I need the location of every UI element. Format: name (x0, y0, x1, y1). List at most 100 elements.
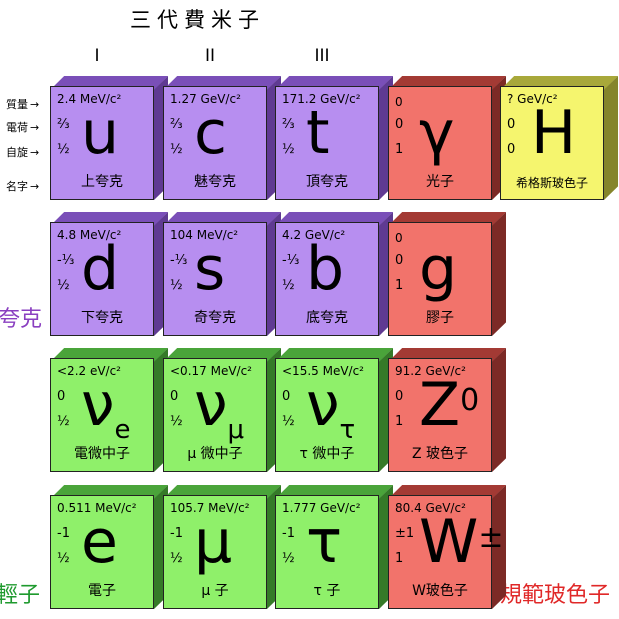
mass-label: 0 (395, 231, 403, 245)
spin-label: ½ (170, 278, 183, 293)
particle-card-tau-neutrino: <15.5 MeV/c² 0 ½ ντ τ 微中子 (275, 348, 393, 472)
particle-card-bottom: 4.2 GeV/c² -⅓ ½ b 底夸克 (275, 212, 393, 336)
particle-card-tau: 1.777 GeV/c² -1 ½ τ τ 子 (275, 485, 393, 609)
spin-label: ½ (282, 551, 295, 566)
spin-label: 1 (395, 414, 404, 429)
spin-label: 1 (395, 142, 404, 157)
particle-card-z-boson: 91.2 GeV/c² 0 1 Z0 Z 玻色子 (388, 348, 506, 472)
particle-symbol: t (306, 98, 330, 168)
arrow-icon: → (30, 121, 40, 134)
particle-card-higgs: ? GeV/c² 0 0 H 希格斯玻色子 (500, 76, 618, 200)
spin-label: ½ (282, 142, 295, 157)
charge-label: -⅓ (282, 253, 300, 268)
spin-label: 1 (395, 551, 404, 566)
generation-1-label: I (94, 46, 100, 66)
particle-symbol: Z0 (419, 370, 480, 440)
particle-name: 底夸克 (306, 310, 348, 326)
particle-card-charm: 1.27 GeV/c² ⅔ ½ c 魅夸克 (163, 76, 281, 200)
particle-symbol: g (419, 234, 458, 304)
charge-label: 0 (395, 253, 404, 268)
spin-label: ½ (170, 414, 183, 429)
particle-card-photon: 0 0 1 γ 光子 (388, 76, 506, 200)
particle-name: μ 微中子 (187, 446, 243, 462)
charge-label: -1 (170, 526, 183, 541)
particle-card-w-boson: 80.4 GeV/c² ±1 1 W± W玻色子 (388, 485, 506, 609)
spin-label: ½ (57, 142, 70, 157)
particle-card-strange: 104 MeV/c² -⅓ ½ s 奇夸克 (163, 212, 281, 336)
charge-label: 0 (395, 389, 404, 404)
particle-name: 魅夸克 (194, 174, 236, 190)
particle-name: τ 子 (313, 583, 341, 599)
charge-label: 0 (507, 117, 516, 132)
charge-label: -1 (282, 526, 295, 541)
particle-card-electron: 0.511 MeV/c² -1 ½ e 電子 (50, 485, 168, 609)
particle-card-muon: 105.7 MeV/c² -1 ½ μ μ 子 (163, 485, 281, 609)
particle-card-down: 4.8 MeV/c² -⅓ ½ d 下夸克 (50, 212, 168, 336)
spin-label: ½ (57, 414, 70, 429)
legend-spin-label: 自旋 (6, 146, 28, 159)
group-label-leptons: 輕子 (0, 583, 41, 608)
particle-card-electron-neutrino: <2.2 eV/c² 0 ½ νe 電微中子 (50, 348, 168, 472)
spin-label: 0 (507, 142, 516, 157)
particle-symbol: W± (419, 507, 504, 577)
arrow-icon: → (30, 146, 40, 159)
arrow-icon: → (30, 98, 40, 111)
particle-name: 膠子 (426, 310, 454, 326)
particle-symbol: e (81, 507, 118, 577)
charge-label: ±1 (395, 526, 415, 541)
charge-label: ⅔ (57, 117, 70, 132)
spin-label: ½ (170, 551, 183, 566)
legend-name-label: 名字 (6, 180, 28, 193)
particle-name: Z 玻色子 (411, 446, 469, 462)
particle-name: 頂夸克 (306, 174, 348, 190)
spin-label: ½ (57, 278, 70, 293)
spin-label: ½ (57, 551, 70, 566)
group-label-bosons: 規範玻色子 (500, 583, 611, 608)
generation-2-label: II (204, 46, 216, 66)
spin-label: ½ (282, 278, 295, 293)
spin-label: 1 (395, 278, 404, 293)
particle-symbol: c (194, 98, 227, 168)
legend-name: 名字 → (6, 178, 39, 194)
spin-label: ½ (282, 414, 295, 429)
particle-name: 上夸克 (81, 174, 123, 190)
particle-symbol: H (531, 98, 577, 168)
group-label-quarks: 夸克 (0, 307, 43, 332)
particle-name: 光子 (426, 174, 454, 190)
legend-charge-label: 電荷 (6, 121, 28, 134)
particle-card-top: 171.2 GeV/c² ⅔ ½ t 頂夸克 (275, 76, 393, 200)
particle-symbol: μ (194, 507, 233, 577)
charge-label: -1 (57, 526, 70, 541)
legend-mass: 質量 → (6, 96, 39, 112)
particle-symbol: γ (419, 98, 455, 168)
legend-mass-label: 質量 (6, 98, 28, 111)
charge-label: 0 (282, 389, 291, 404)
spin-label: ½ (170, 142, 183, 157)
particle-card-up: 2.4 MeV/c² ⅔ ½ u 上夸克 (50, 76, 168, 200)
particle-name: 奇夸克 (194, 310, 236, 326)
charge-label: ⅔ (170, 117, 183, 132)
charge-label: ⅔ (282, 117, 295, 132)
particle-card-muon-neutrino: <0.17 MeV/c² 0 ½ νμ μ 微中子 (163, 348, 281, 472)
particle-symbol: s (194, 234, 226, 304)
particle-symbol: u (81, 98, 120, 168)
charge-label: -⅓ (57, 253, 75, 268)
particle-name: τ 微中子 (299, 446, 355, 462)
particle-name: 電子 (88, 583, 116, 599)
particle-name: 電微中子 (74, 446, 130, 462)
particle-symbol: b (306, 234, 345, 304)
legend-spin: 自旋 → (6, 144, 39, 160)
particle-symbol: τ (306, 507, 343, 577)
particle-name: W玻色子 (412, 583, 468, 599)
particle-name: 希格斯玻色子 (515, 176, 588, 190)
particle-name: μ 子 (201, 583, 229, 599)
diagram-title: 三代費米子 (130, 8, 265, 32)
legend-charge: 電荷 → (6, 119, 39, 135)
charge-label: -⅓ (170, 253, 188, 268)
charge-label: 0 (57, 389, 66, 404)
mass-label: 0 (395, 95, 403, 109)
charge-label: 0 (170, 389, 179, 404)
particle-card-gluon: 0 0 1 g 膠子 (388, 212, 506, 336)
charge-label: 0 (395, 117, 404, 132)
particle-name: 下夸克 (81, 310, 123, 326)
